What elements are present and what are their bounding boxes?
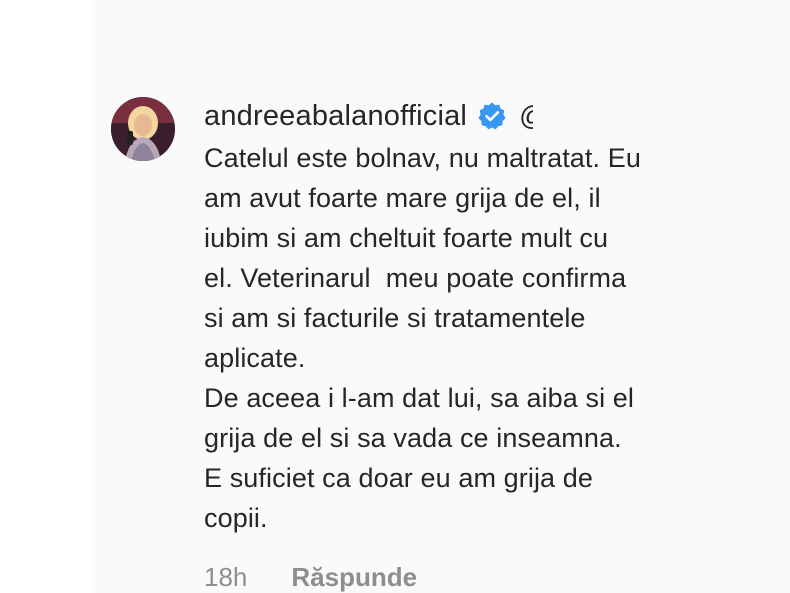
handle-fragment[interactable]: @: [519, 100, 533, 132]
comment-item: andreeabalanofficial @ Catelul este boln…: [0, 0, 790, 593]
avatar-image: [111, 97, 175, 161]
comment-text: Catelul este bolnav, nu maltratat. Eu am…: [204, 143, 641, 533]
profile-avatar[interactable]: [111, 97, 175, 161]
reply-button[interactable]: Răspunde: [291, 562, 417, 593]
username-link[interactable]: andreeabalanofficial: [204, 100, 467, 133]
comment-meta: 18h Răspunde: [204, 562, 417, 593]
comment-timestamp: 18h: [204, 562, 248, 592]
comment-header: andreeabalanofficial @: [204, 95, 533, 137]
verified-badge-icon: [477, 101, 507, 131]
